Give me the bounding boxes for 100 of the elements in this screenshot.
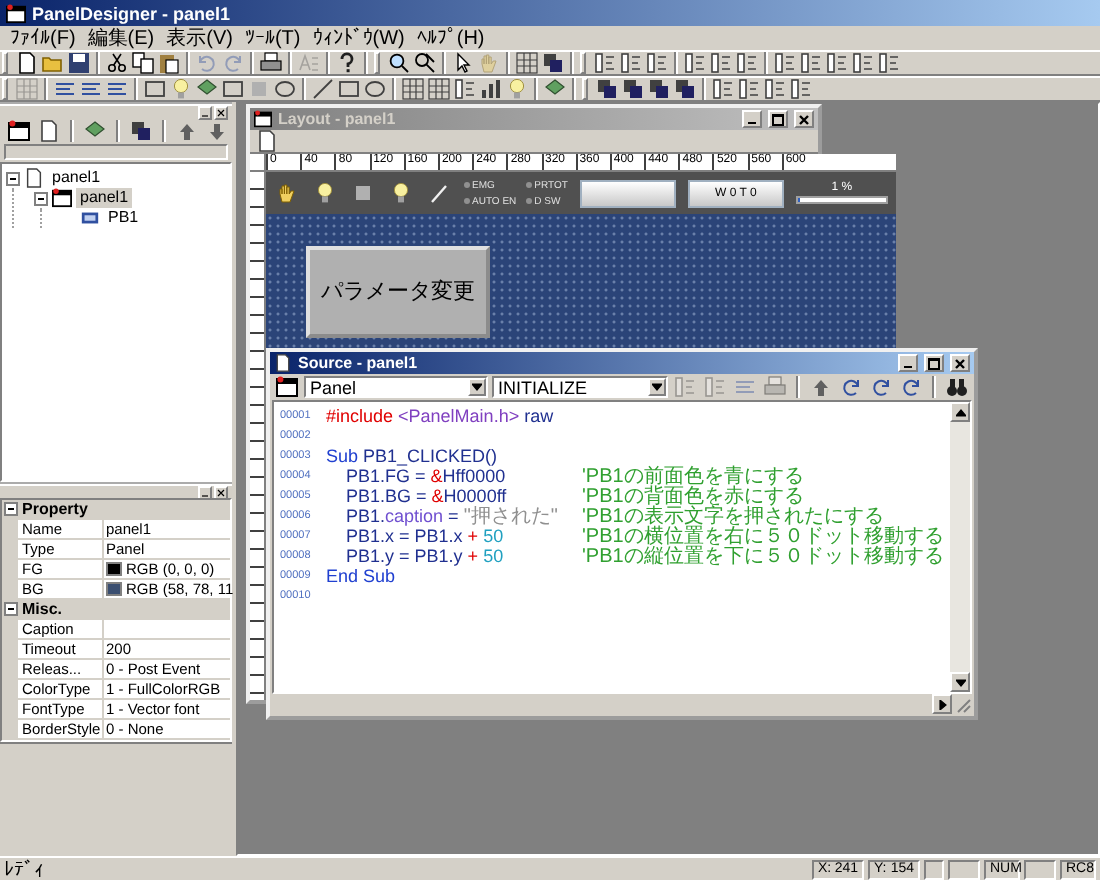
expand-toggle[interactable]: [34, 191, 48, 205]
align-icon[interactable]: [826, 52, 848, 74]
paste-icon[interactable]: [158, 52, 180, 74]
up-arrow-icon[interactable]: [810, 376, 832, 398]
toolbar-grip[interactable]: [2, 52, 8, 74]
align-icon[interactable]: [878, 52, 900, 74]
path-field[interactable]: [4, 144, 228, 160]
align-icon[interactable]: [646, 52, 668, 74]
menu-item[interactable]: ｳｨﾝﾄﾞｳ(W): [306, 27, 411, 49]
vertical-scrollbar[interactable]: [950, 402, 970, 692]
close-button[interactable]: [214, 105, 228, 119]
maximize-button[interactable]: [924, 354, 944, 372]
redo-icon[interactable]: [840, 376, 862, 398]
align-icon[interactable]: [594, 52, 616, 74]
stack-icon[interactable]: [130, 119, 152, 141]
text-icon[interactable]: [106, 78, 128, 100]
scissors-icon[interactable]: [106, 52, 128, 74]
align-icon[interactable]: [620, 52, 642, 74]
toolbar-grip[interactable]: [580, 52, 586, 74]
rectangle-icon[interactable]: [144, 78, 166, 100]
rectangle-icon[interactable]: [222, 78, 244, 100]
grid-icon[interactable]: [428, 78, 450, 100]
tree-item[interactable]: PB1: [104, 208, 143, 228]
pin-button[interactable]: [198, 105, 212, 119]
align-icon[interactable]: [800, 52, 822, 74]
align-icon[interactable]: [764, 78, 786, 100]
tree-item[interactable]: panel1: [76, 188, 133, 208]
scroll-right-button[interactable]: [932, 694, 952, 714]
minimize-button[interactable]: [742, 110, 762, 128]
hand-icon[interactable]: [276, 182, 298, 204]
redo-icon[interactable]: [870, 376, 892, 398]
align-icon[interactable]: [710, 52, 732, 74]
panel-button[interactable]: パラメータ変更: [306, 246, 490, 338]
tree-item[interactable]: panel1: [48, 168, 105, 188]
align-icon[interactable]: [738, 78, 760, 100]
rectangle-icon[interactable]: [338, 78, 360, 100]
code-comment: 'PB1の表示文字を押されたにする: [582, 505, 884, 528]
menu-item[interactable]: ﾍﾙﾌﾟ(H): [410, 27, 491, 49]
size-grip[interactable]: [954, 695, 972, 713]
expand-toggle[interactable]: [6, 171, 20, 185]
square-icon[interactable]: [352, 182, 374, 204]
bar-chart-icon[interactable]: [480, 78, 502, 100]
save-icon[interactable]: [68, 52, 90, 74]
ellipse-icon[interactable]: [274, 78, 296, 100]
align-icon[interactable]: [736, 52, 758, 74]
window-icon[interactable]: [8, 119, 30, 141]
printer-icon[interactable]: [260, 52, 282, 74]
object-dropdown[interactable]: Panel: [304, 376, 488, 398]
align-icon[interactable]: [790, 78, 812, 100]
bulb-icon[interactable]: [390, 182, 412, 204]
menu-item[interactable]: ﾌｧｲﾙ(F): [4, 27, 82, 49]
up-arrow-icon[interactable]: [176, 119, 198, 141]
event-dropdown[interactable]: INITIALIZE: [492, 376, 668, 398]
redo-icon[interactable]: [900, 376, 922, 398]
align-icon[interactable]: [454, 78, 476, 100]
window-icon[interactable]: [276, 376, 298, 398]
toolbar-grip[interactable]: [582, 78, 588, 100]
bulb-icon[interactable]: [314, 182, 336, 204]
text-icon[interactable]: [54, 78, 76, 100]
down-arrow-icon[interactable]: [206, 119, 228, 141]
stack-icon[interactable]: [622, 78, 644, 100]
menu-item[interactable]: 表示(V): [160, 27, 239, 49]
line-icon[interactable]: [312, 78, 334, 100]
grid-icon[interactable]: [516, 52, 538, 74]
collapse-toggle[interactable]: [3, 502, 17, 516]
pin-button[interactable]: [198, 485, 212, 499]
scroll-down-button[interactable]: [950, 672, 970, 692]
maximize-button[interactable]: [768, 110, 788, 128]
document-icon[interactable]: [256, 130, 278, 152]
align-icon[interactable]: [684, 52, 706, 74]
text-icon[interactable]: [80, 78, 102, 100]
wand-icon[interactable]: [428, 182, 450, 204]
stack-icon[interactable]: [542, 52, 564, 74]
magnifier-icon[interactable]: [388, 52, 410, 74]
menu-item[interactable]: ﾂｰﾙ(T): [238, 27, 307, 49]
scroll-up-button[interactable]: [950, 402, 970, 422]
stack-icon[interactable]: [674, 78, 696, 100]
layers-icon[interactable]: [196, 78, 218, 100]
collapse-toggle[interactable]: [3, 602, 17, 616]
ellipse-icon[interactable]: [364, 78, 386, 100]
new-file-icon[interactable]: [16, 52, 38, 74]
stack-icon[interactable]: [596, 78, 618, 100]
layers-icon[interactable]: [84, 119, 106, 141]
align-icon[interactable]: [852, 52, 874, 74]
document-icon[interactable]: [38, 119, 60, 141]
stack-icon[interactable]: [648, 78, 670, 100]
align-icon[interactable]: [774, 52, 796, 74]
copy-icon[interactable]: [132, 52, 154, 74]
zoom-icon[interactable]: [414, 52, 436, 74]
close-button[interactable]: [214, 485, 228, 499]
pointer-icon[interactable]: [452, 52, 474, 74]
binoculars-icon[interactable]: [946, 376, 968, 398]
question-mark-icon[interactable]: [336, 52, 358, 74]
toolbar-grip[interactable]: [2, 78, 8, 100]
grid-icon[interactable]: [402, 78, 424, 100]
menu-item[interactable]: 編集(E): [81, 27, 161, 49]
align-icon[interactable]: [712, 78, 734, 100]
layers-icon[interactable]: [544, 78, 566, 100]
minimize-button[interactable]: [898, 354, 918, 372]
toolbar-grip[interactable]: [374, 52, 380, 74]
